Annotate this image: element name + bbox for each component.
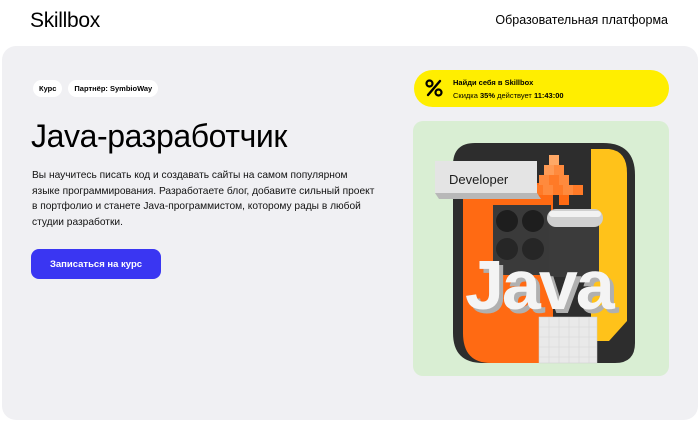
header-tagline: Образовательная платформа [495,13,668,27]
promo-subtitle: Скидка 35% действует 11:43:00 [453,91,564,100]
top-bar: Skillbox Образовательная платформа [0,0,700,42]
promo-banner[interactable]: Найди себя в Skillbox Скидка 35% действу… [414,70,669,107]
course-description: Вы научитесь писать код и создавать сайт… [32,170,375,228]
java-label: Java [465,246,616,324]
page-title: Java-разработчик [31,118,287,154]
developer-plate-edge [435,193,541,199]
enroll-button[interactable]: Записаться на курс [31,249,161,279]
badge-group: Курс Партнёр: SymbioWay [33,80,159,97]
course-illustration: Developer Java Java [413,121,669,376]
promo-discount-prefix: Скидка [453,91,478,100]
hero-section: Курс Партнёр: SymbioWay Java-разработчик… [2,46,698,420]
promo-title: Найди себя в Skillbox [453,78,534,87]
percent-icon [425,79,443,97]
skillbox-logo[interactable]: Skillbox [30,9,100,33]
promo-discount-value: 35% [479,91,495,100]
promo-discount-middle: действует [497,91,532,100]
badge-course: Курс [33,80,63,97]
cylinder-2 [522,210,544,232]
badge-partner: Партнёр: SymbioWay [68,80,159,97]
java-3d-illustration: Developer Java Java [435,143,635,364]
cylinder-1 [496,210,518,232]
promo-timer: 11:43:00 [533,91,564,100]
silver-pill-shine [549,211,601,217]
developer-label: Developer [449,172,509,187]
